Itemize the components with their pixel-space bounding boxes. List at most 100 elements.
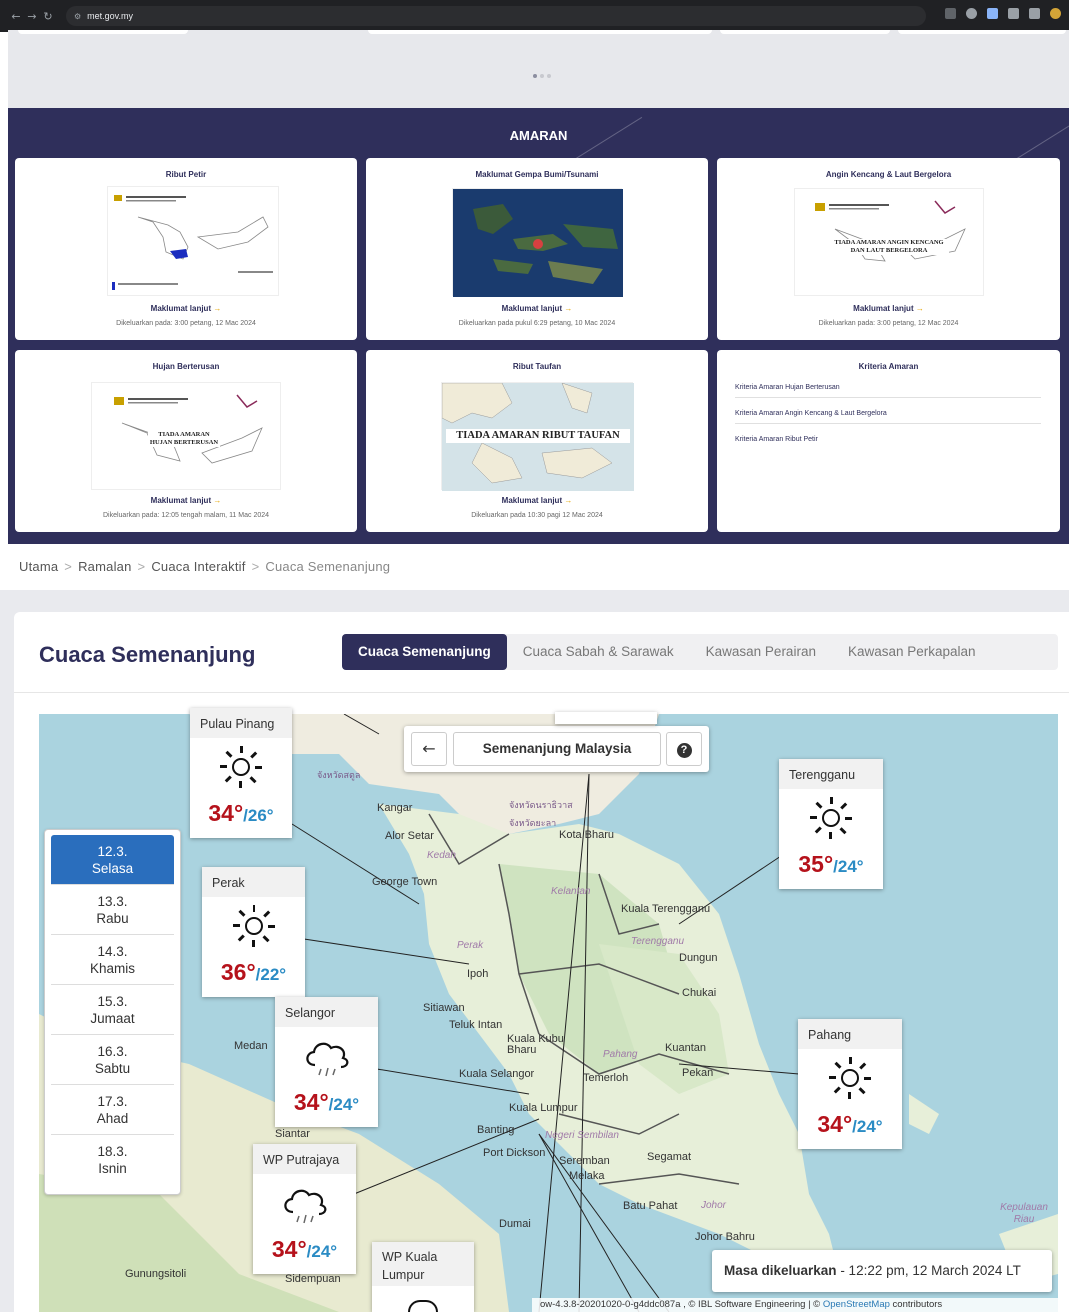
- card-title: Kriteria Amaran: [858, 362, 919, 371]
- day-item[interactable]: 13.3. Rabu: [51, 885, 174, 935]
- station-card-wp-kuala-lumpur[interactable]: WP Kuala Lumpur: [372, 1242, 474, 1312]
- temperature: 34°/24°: [253, 1236, 356, 1263]
- temp-high: 34°: [271, 1236, 307, 1262]
- temp-high: 34°: [208, 800, 244, 826]
- page-title: Cuaca Semenanjung: [39, 642, 256, 667]
- arrow-right-icon: →: [564, 496, 573, 505]
- maklumat-lanjut-link[interactable]: Maklumat lanjut →: [15, 304, 357, 313]
- kriteria-link-angin[interactable]: Kriteria Amaran Angin Kencang & Laut Ber…: [735, 410, 1041, 424]
- station-card-selangor[interactable]: Selangor 34°/24°: [275, 997, 378, 1127]
- carousel-card-edge: [368, 30, 712, 34]
- kriteria-amaran-card: Kriteria Amaran Kriteria Amaran Hujan Be…: [717, 350, 1060, 532]
- region-navigator: ← Semenanjung Malaysia ?: [404, 726, 709, 772]
- ribut-taufan-map-thumbnail[interactable]: TIADA AMARAN RIBUT TAUFAN: [441, 382, 634, 491]
- temperature: 36°/22°: [202, 959, 305, 986]
- tab-kawasan-perairan[interactable]: Kawasan Perairan: [690, 634, 832, 670]
- link-text: Maklumat lanjut: [150, 496, 212, 505]
- temp-low: /24°: [306, 1242, 338, 1261]
- station-card-pahang[interactable]: Pahang 34°/24°: [798, 1019, 902, 1149]
- reload-icon[interactable]: ↻: [40, 10, 56, 23]
- station-card-perak[interactable]: Perak 36°/22°: [202, 867, 305, 997]
- day-date: 18.3.: [97, 1144, 128, 1159]
- station-name: Terengganu: [779, 759, 883, 789]
- back-icon[interactable]: ←: [8, 10, 24, 23]
- temperature: 34°/24°: [275, 1089, 378, 1116]
- day-item[interactable]: 16.3. Sabtu: [51, 1035, 174, 1085]
- day-name: Selasa: [91, 860, 134, 876]
- carousel-dot[interactable]: [533, 74, 537, 78]
- map-label: Batu Pahat: [623, 1200, 678, 1212]
- breadcrumb: Utama > Ramalan > Cuaca Interaktif > Cuaca Sem…: [19, 559, 390, 574]
- day-item[interactable]: 18.3. Isnin: [51, 1135, 174, 1185]
- tab-cuaca-semenanjung[interactable]: Cuaca Semenanjung: [342, 634, 507, 670]
- day-name: Sabtu: [94, 1060, 131, 1076]
- no-warning-text: TIADA AMARAN ANGIN KENCANG DAN LAUT BERG…: [829, 239, 949, 255]
- kriteria-link-hujan[interactable]: Kriteria Amaran Hujan Berterusan: [735, 384, 1041, 398]
- ribut-petir-map-thumbnail[interactable]: [107, 186, 279, 296]
- arrow-right-icon: →: [915, 304, 924, 313]
- station-card-pulau-pinang[interactable]: Pulau Pinang 34°/26°: [190, 708, 292, 838]
- warning-card-gempa-bumi[interactable]: Maklumat Gempa Bumi/Tsunami Maklumat lan…: [366, 158, 708, 340]
- day-item[interactable]: 12.3. Selasa: [51, 835, 174, 885]
- region-name: Semenanjung Malaysia: [453, 732, 661, 766]
- temp-low: /26°: [243, 806, 274, 825]
- carousel-dot[interactable]: [540, 74, 544, 78]
- day-item[interactable]: 14.3. Khamis: [51, 935, 174, 985]
- chevron-right-icon: >: [64, 559, 73, 574]
- temp-high: 35°: [798, 851, 834, 877]
- tab-cuaca-sabah-sarawak[interactable]: Cuaca Sabah & Sarawak: [507, 634, 690, 670]
- extension-icon[interactable]: [987, 8, 998, 19]
- map-label: Johor: [701, 1200, 727, 1211]
- station-card-wp-putrajaya[interactable]: WP Putrajaya 34°/24°: [253, 1144, 356, 1274]
- maklumat-lanjut-link[interactable]: Maklumat lanjut →: [717, 304, 1060, 313]
- carousel-dot[interactable]: [547, 74, 551, 78]
- map-label: Temerloh: [583, 1072, 629, 1084]
- address-bar[interactable]: ⚙ met.gov.my: [66, 6, 926, 26]
- help-button[interactable]: ?: [666, 732, 702, 766]
- station-card-partial[interactable]: [555, 712, 657, 724]
- warning-card-ribut-taufan[interactable]: Ribut Taufan TIADA AMARAN RIBUT TAUFAN M…: [366, 350, 708, 532]
- day-item[interactable]: 17.3. Ahad: [51, 1085, 174, 1135]
- maklumat-lanjut-link[interactable]: Maklumat lanjut →: [366, 496, 708, 505]
- forward-icon[interactable]: →: [24, 10, 40, 23]
- map-label: จังหวัดสตูล: [317, 770, 361, 780]
- maklumat-lanjut-link[interactable]: Maklumat lanjut →: [366, 304, 708, 313]
- bookmark-star-icon[interactable]: [966, 8, 977, 19]
- map-label: Kelantan: [551, 886, 591, 897]
- issued-date: Dikeluarkan pada: 3:00 petang, 12 Mac 20…: [116, 320, 256, 327]
- warning-card-angin-kencang[interactable]: Angin Kencang & Laut Bergelora TIADA AMA…: [717, 158, 1060, 340]
- carousel-dots: [533, 74, 551, 78]
- link-text: Maklumat lanjut: [501, 304, 563, 313]
- question-icon: ?: [676, 743, 692, 758]
- kriteria-link-petir[interactable]: Kriteria Amaran Ribut Petir: [735, 436, 1041, 449]
- back-button[interactable]: ←: [411, 732, 447, 766]
- map-label: Dungun: [679, 952, 718, 964]
- breadcrumb-ramalan[interactable]: Ramalan: [78, 559, 131, 574]
- breadcrumb-cuaca-interaktif[interactable]: Cuaca Interaktif: [151, 559, 245, 574]
- maklumat-lanjut-link[interactable]: Maklumat lanjut →: [15, 496, 357, 505]
- profile-avatar[interactable]: [1050, 8, 1061, 19]
- day-name: Ahad: [96, 1110, 129, 1126]
- warning-card-ribut-petir[interactable]: Ribut Petir Maklumat lanjut → Dikeluarka…: [15, 158, 357, 340]
- angin-kencang-map-thumbnail[interactable]: TIADA AMARAN ANGIN KENCANG DAN LAUT BERG…: [794, 188, 984, 296]
- breadcrumb-utama[interactable]: Utama: [19, 559, 58, 574]
- station-name: Perak: [202, 867, 305, 897]
- openstreetmap-link[interactable]: OpenStreetMap: [823, 1299, 890, 1310]
- map-label: Gunungsitoli: [125, 1268, 187, 1280]
- warning-card-hujan-berterusan[interactable]: Hujan Berterusan TIADA AMARAN HUJAN BERT…: [15, 350, 357, 532]
- puzzle-icon[interactable]: [1008, 8, 1019, 19]
- station-card-terengganu[interactable]: Terengganu 35°/24°: [779, 759, 883, 889]
- card-title: Ribut Petir: [165, 170, 207, 179]
- site-info-icon[interactable]: ⚙: [74, 12, 81, 21]
- day-item[interactable]: 15.3. Jumaat: [51, 985, 174, 1035]
- map-label: Kuala Kubu Bharu: [507, 1033, 564, 1056]
- rain-cloud-graphic: [305, 1042, 348, 1077]
- map-label: Alor Setar: [385, 830, 434, 842]
- translate-icon[interactable]: [945, 8, 956, 19]
- map-label: Seremban: [559, 1155, 610, 1167]
- gempa-bumi-map-thumbnail[interactable]: [452, 188, 623, 297]
- map-label: Kangar: [377, 802, 413, 814]
- tab-kawasan-perkapalan[interactable]: Kawasan Perkapalan: [832, 634, 992, 670]
- hujan-berterusan-map-thumbnail[interactable]: TIADA AMARAN HUJAN BERTERUSAN: [91, 382, 281, 490]
- sidepanel-icon[interactable]: [1029, 8, 1040, 19]
